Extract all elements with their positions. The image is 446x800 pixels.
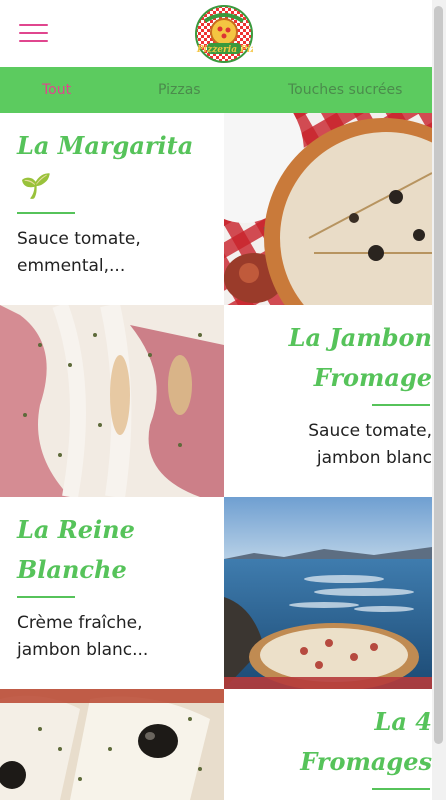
menu-card-jambon-fromage[interactable]: La Jambon Fromage Sauce tomate, jambon b…	[224, 305, 432, 497]
pizzeria-logo[interactable]: La Pizzeria Pizza	[195, 5, 253, 63]
card-description: jambon blanc	[316, 448, 432, 468]
margarita-photo[interactable]	[224, 113, 432, 305]
card-title: La 4	[374, 707, 432, 736]
card-description: Sauce tomate,	[308, 421, 432, 441]
card-title: La Reine	[17, 515, 135, 544]
card-description: jambon blanc...	[17, 640, 149, 660]
card-description: emmental,...	[17, 256, 126, 276]
reine-blanche-photo[interactable]	[224, 497, 432, 689]
page-scrollbar[interactable]	[432, 0, 446, 800]
scrollbar-thumb[interactable]	[434, 6, 443, 744]
card-description: Sauce tomate,	[17, 229, 141, 249]
card-title: La Jambon	[288, 323, 432, 352]
menu-card-margarita[interactable]: La Margarita 🌱 Sauce tomate, emmental,..…	[0, 113, 224, 305]
quatre-fromages-photo[interactable]	[0, 689, 224, 800]
logo-text: La Pizzeria Pizza	[195, 45, 253, 55]
card-description: Crème fraîche,	[17, 613, 143, 633]
divider	[372, 788, 430, 790]
vegetarian-sprout-icon: 🌱	[17, 171, 47, 200]
menu-card-reine-blanche[interactable]: La Reine Blanche Crème fraîche, jambon b…	[0, 497, 224, 689]
divider	[372, 404, 430, 406]
menu-card-quatre-fromages[interactable]: La 4 Fromages	[224, 689, 432, 800]
jambon-fromage-photo[interactable]	[0, 305, 224, 497]
hamburger-menu-icon[interactable]	[19, 22, 49, 44]
app-header: La Pizzeria Pizza	[0, 0, 432, 67]
category-tabs: Tout Pizzas Touches sucrées	[0, 67, 432, 113]
tab-touches-sucrees[interactable]: Touches sucrées	[288, 67, 402, 113]
card-title: La Margarita	[17, 131, 194, 160]
card-title: Fromages	[300, 747, 432, 776]
card-title: Fromage	[313, 363, 432, 392]
tab-pizzas[interactable]: Pizzas	[158, 67, 201, 113]
tab-tout[interactable]: Tout	[42, 67, 71, 113]
card-title: Blanche	[17, 555, 127, 584]
divider	[17, 596, 75, 598]
divider	[17, 212, 75, 214]
